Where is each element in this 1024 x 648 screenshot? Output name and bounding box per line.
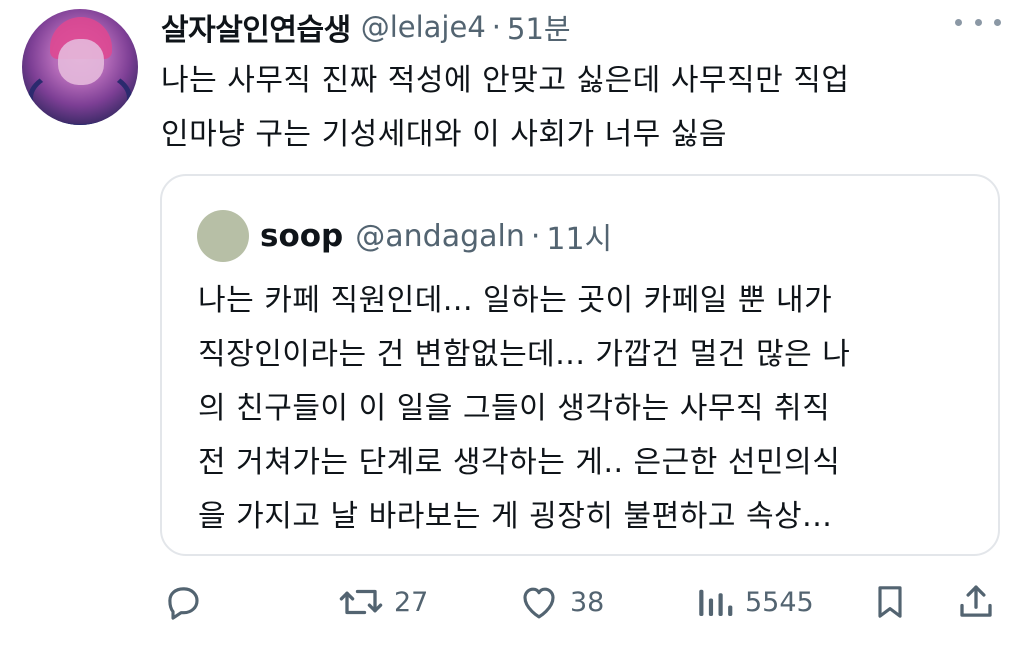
more-dot	[974, 18, 982, 26]
like-count: 38	[570, 586, 605, 618]
separator-dot: ·	[491, 10, 501, 44]
author-name[interactable]: 살자살인연습생	[161, 5, 351, 49]
quote-text-line: 을 가지고 날 바라보는 게 굉장히 불편하고 속상...	[198, 499, 833, 534]
avatar-ring	[28, 67, 132, 125]
action-bar: 27 38 5545	[0, 572, 1024, 632]
share-button[interactable]	[955, 572, 997, 632]
quote-timestamp: 11시	[546, 222, 613, 257]
quote-text-line: 직장인이라는 건 변함없는데... 가깝건 멀건 많은 나	[198, 337, 851, 372]
quote-text-line: 나는 카페 직원인데... 일하는 곳이 카페일 뿐 내가	[198, 283, 833, 318]
quote-text-line: 의 친구들이 이 일을 그들이 생각하는 사무직 취직	[198, 391, 831, 426]
quote-author-avatar[interactable]	[197, 210, 249, 262]
tweet-header: 살자살인연습생 @lelaje4 · 51분	[161, 4, 571, 50]
tweet-text-line: 나는 사무직 진짜 적성에 안맞고 싫은데 사무직만 직업	[161, 63, 850, 98]
retweet-button[interactable]: 27	[338, 572, 428, 632]
bookmark-icon	[870, 581, 910, 623]
more-options-icon[interactable]	[955, 12, 1001, 32]
retweet-icon	[338, 581, 384, 623]
more-dot	[955, 18, 962, 26]
like-button[interactable]: 38	[518, 572, 604, 632]
tweet-text-line: 인마냥 구는 기성세대와 이 사회가 너무 싫음	[161, 117, 728, 152]
quoted-tweet[interactable]: soop @andagaln · 11시 나는 카페 직원인데... 일하는 곳…	[160, 174, 1000, 556]
quote-author-name: soop	[260, 218, 344, 254]
views-button[interactable]: 5545	[695, 572, 814, 632]
views-count: 5545	[745, 586, 814, 618]
quote-author-handle: @andagaln	[355, 218, 525, 254]
reply-button[interactable]	[162, 572, 204, 632]
reply-icon	[162, 581, 204, 623]
tweet-text: 나는 사무직 진짜 적성에 안맞고 싫은데 사무직만 직업 인마냥 구는 기성세…	[161, 54, 1001, 162]
share-icon	[955, 581, 997, 623]
heart-icon	[518, 581, 560, 623]
views-icon	[695, 581, 735, 623]
quote-text: 나는 카페 직원인데... 일하는 곳이 카페일 뿐 내가 직장인이라는 건 변…	[198, 274, 988, 544]
tweet-timestamp[interactable]: 51분	[507, 6, 571, 48]
retweet-count: 27	[394, 586, 429, 618]
tweet: 살자살인연습생 @lelaje4 · 51분 나는 사무직 진짜 적성에 안맞고…	[0, 0, 1024, 648]
bookmark-button[interactable]	[870, 572, 910, 632]
author-handle[interactable]: @lelaje4	[361, 10, 486, 44]
quote-text-line: 전 거쳐가는 단계로 생각하는 게.. 은근한 선민의식	[198, 445, 841, 480]
separator-dot: ·	[530, 218, 541, 254]
quote-header: soop @andagaln · 11시	[260, 212, 612, 260]
more-dot	[994, 18, 1001, 26]
author-avatar[interactable]	[22, 9, 138, 125]
